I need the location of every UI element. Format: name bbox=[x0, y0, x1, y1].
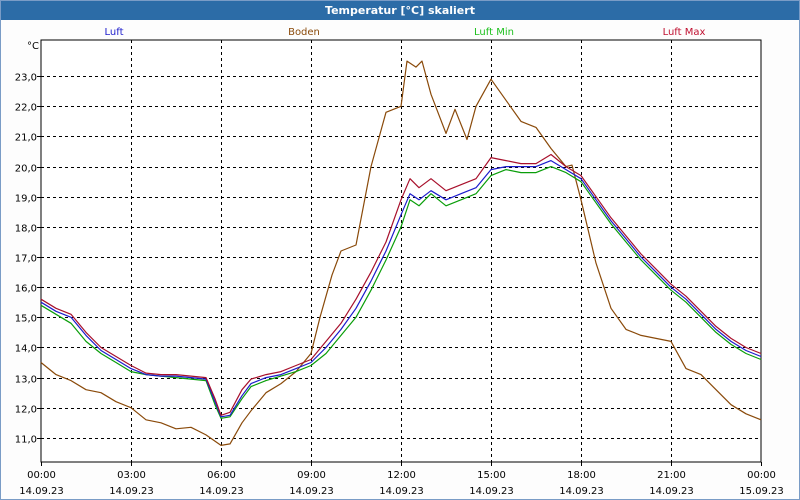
x-tick-date: 14.09.23 bbox=[109, 486, 154, 497]
x-tick-date: 15.09.23 bbox=[739, 486, 784, 497]
x-tick-date: 14.09.23 bbox=[469, 486, 514, 497]
y-tick-label: 11,0 bbox=[15, 435, 37, 446]
y-tick-label: 21,0 bbox=[15, 133, 37, 144]
temperature-chart: 11,0 12,0 13,0 14,0 15,0 16,0 17,0 18,0 19,0 20,0… bbox=[15, 27, 784, 497]
x-tick-time: 18:00 bbox=[567, 470, 596, 481]
y-tick-label: 18,0 bbox=[15, 224, 37, 235]
x-tick-time: 03:00 bbox=[117, 470, 146, 481]
x-tick-date: 14.09.23 bbox=[649, 486, 694, 497]
y-tick-label: 23,0 bbox=[15, 73, 37, 84]
y-tick-label: 19,0 bbox=[15, 194, 37, 205]
y-tick-label: 13,0 bbox=[15, 375, 37, 386]
x-tick-time: 12:00 bbox=[387, 470, 416, 481]
y-tick-label: 15,0 bbox=[15, 314, 37, 325]
legend-luft-max: Luft Max bbox=[663, 27, 706, 38]
x-tick-time: 00:00 bbox=[27, 470, 56, 481]
legend-luft-min: Luft Min bbox=[474, 27, 514, 38]
x-tick-time: 15:00 bbox=[477, 470, 506, 481]
x-tick-date: 14.09.23 bbox=[559, 486, 604, 497]
window-title: Temperatur [°C] skaliert bbox=[1, 1, 799, 20]
x-tick-time: 06:00 bbox=[207, 470, 236, 481]
x-tick-time: 09:00 bbox=[297, 470, 326, 481]
y-tick-label: 12,0 bbox=[15, 405, 37, 416]
chart-window: Temperatur [°C] skaliert 11,0 12,0 13,0 14,… bbox=[0, 0, 800, 500]
x-tick-time: 21:00 bbox=[657, 470, 686, 481]
y-axis-unit: °C bbox=[27, 41, 39, 52]
x-tick-date: 14.09.23 bbox=[379, 486, 424, 497]
x-tick-time: 00:00 bbox=[747, 470, 776, 481]
legend-boden: Boden bbox=[288, 27, 320, 38]
y-tick-label: 14,0 bbox=[15, 344, 37, 355]
y-tick-label: 22,0 bbox=[15, 103, 37, 114]
x-tick-date: 14.09.23 bbox=[289, 486, 334, 497]
x-tick-date: 14.09.23 bbox=[19, 486, 64, 497]
y-tick-label: 17,0 bbox=[15, 254, 37, 265]
legend-luft: Luft bbox=[105, 27, 124, 38]
x-tick-date: 14.09.23 bbox=[199, 486, 244, 497]
y-tick-label: 20,0 bbox=[15, 164, 37, 175]
y-tick-label: 16,0 bbox=[15, 284, 37, 295]
